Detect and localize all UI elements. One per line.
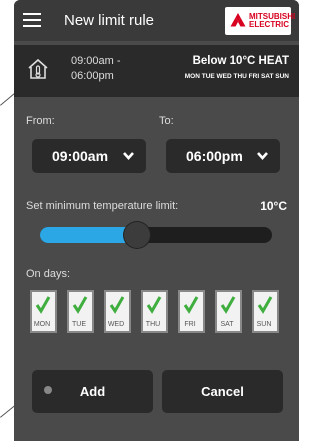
day-label: MON — [33, 321, 51, 328]
house-thermometer-icon — [28, 58, 48, 79]
checkmark-icon — [146, 296, 162, 314]
days-label: On days: — [26, 268, 71, 280]
to-time-value: 06:00pm — [186, 148, 243, 164]
day-toggle-mon[interactable]: MON — [30, 290, 57, 333]
brand-logo: MITSUBISHI ELECTRIC — [225, 7, 295, 35]
brand-text: MITSUBISHI ELECTRIC — [249, 12, 296, 29]
day-label: SUN — [256, 321, 272, 328]
mitsubishi-logo-icon — [230, 13, 246, 27]
summary-time-range: 09:00am - 06:00pm — [71, 55, 121, 82]
day-toggle-sat[interactable]: SAT — [215, 290, 242, 333]
checkmark-icon — [72, 296, 88, 314]
checkmark-icon — [35, 296, 51, 314]
callout-dot — [44, 386, 52, 394]
menu-icon[interactable] — [23, 13, 41, 27]
temp-limit-label: Set minimum temperature limit: — [26, 200, 179, 212]
day-toggle-thu[interactable]: THU — [141, 290, 168, 333]
rule-summary: 09:00am - 06:00pm Below 10°C HEAT MON TU… — [14, 45, 299, 97]
temp-slider-thumb[interactable] — [124, 222, 151, 248]
summary-days: MON TUE WED THU FRI SAT SUN — [184, 73, 289, 80]
page-title: New limit rule — [64, 12, 155, 29]
day-label: TUE — [72, 321, 86, 328]
checkmark-icon — [257, 296, 273, 314]
temp-limit-value: 10°C — [260, 199, 287, 213]
chevron-down-icon — [123, 152, 134, 160]
day-toggle-sun[interactable]: SUN — [252, 290, 279, 333]
day-label: WED — [107, 321, 125, 328]
day-toggle-fri[interactable]: FRI — [178, 290, 205, 333]
checkmark-icon — [109, 296, 125, 314]
summary-rule-title: Below 10°C HEAT — [192, 55, 289, 67]
temp-slider-track[interactable] — [40, 227, 272, 243]
app-header: New limit rule MITSUBISHI ELECTRIC — [14, 0, 299, 41]
checkmark-icon — [183, 296, 199, 314]
chevron-down-icon — [257, 152, 268, 160]
to-time-dropdown[interactable]: 06:00pm — [166, 139, 280, 173]
day-toggle-wed[interactable]: WED — [104, 290, 131, 333]
day-label: FRI — [184, 321, 196, 328]
day-label: SAT — [220, 321, 234, 328]
from-label: From: — [26, 115, 55, 127]
from-time-dropdown[interactable]: 09:00am — [32, 139, 146, 173]
from-time-value: 09:00am — [52, 148, 109, 164]
to-label: To: — [159, 115, 174, 127]
cancel-button[interactable]: Cancel — [162, 370, 283, 413]
day-label: THU — [145, 321, 161, 328]
checkmark-icon — [220, 296, 236, 314]
day-toggle-tue[interactable]: TUE — [67, 290, 94, 333]
phone-screen: New limit rule MITSUBISHI ELECTRIC 09:00… — [14, 0, 299, 441]
temp-slider-fill — [40, 227, 138, 243]
